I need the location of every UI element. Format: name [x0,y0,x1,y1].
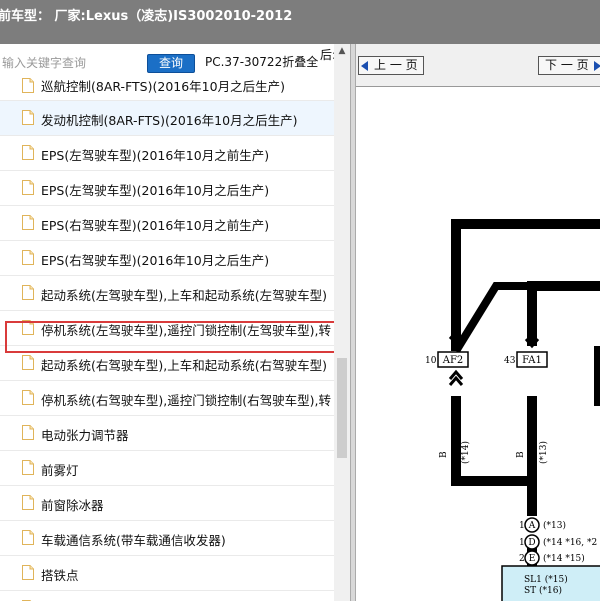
list-item[interactable]: 前窗除冰器 [0,486,334,521]
junction-a-pin: 1 [519,521,525,531]
list-item-label: 电动张力调节器 [41,428,129,443]
junction-d-note: (*14 *16, *2 [543,537,597,548]
junction-a-letter: A [528,521,536,531]
list-item[interactable]: 车载通信系统(带车载通信收发器) [0,521,334,556]
wire-color-label: B [516,451,526,458]
scrollbar[interactable]: ▲ [334,44,350,601]
wire-fa1-top [527,281,600,346]
prev-page-button[interactable]: 上 一 页 [358,56,424,75]
list-item[interactable]: EPS(右驾驶车型)(2016年10月之后生产) [0,241,334,276]
connector-af2-label: AF2 [442,355,464,366]
arrow-left-icon [361,61,368,71]
junction-e-pin: 2 [519,554,525,564]
document-tree-panel: 查询 PC.37-30722折叠全部 后: 巡航控制(8AR-FTS)(2016… [0,44,350,601]
document-code[interactable]: PC.37-30722折叠全部 [205,53,318,70]
diagram-viewer: 上 一 页 下 一 页 AF2 FA1 10 43 B (*14) B (*13… [356,44,600,601]
list-item[interactable]: 巡航控制(8AR-FTS)(2016年10月之后生产) [0,78,334,101]
list-item-label: 发动机控制(8AR-FTS)(2016年10月之后生产) [41,113,298,128]
list-item-label: EPS(右驾驶车型)(2016年10月之前生产) [41,218,270,233]
junction-e-letter: E [529,554,536,564]
wire-note-label: (*13) [538,441,549,464]
page-navigation: 上 一 页 下 一 页 [356,44,600,87]
document-icon [22,390,34,405]
list-item-label: EPS(右驾驶车型)(2016年10月之后生产) [41,253,270,268]
document-icon [22,180,34,195]
connector-fa1-label: FA1 [522,355,542,366]
list-item-label: EPS(左驾驶车型)(2016年10月之后生产) [41,183,270,198]
next-page-button[interactable]: 下 一 页 [538,56,600,75]
arrow-right-icon [594,61,600,71]
list-item[interactable]: 搭铁点 [0,556,334,591]
document-icon [22,530,34,545]
search-bar: 查询 PC.37-30722折叠全部 后: [0,44,350,78]
list-item-label: 前窗除冰器 [41,498,104,513]
list-item[interactable]: 起动系统(左驾驶车型),上车和起动系统(左驾驶车型) [0,276,334,311]
document-icon [22,285,34,300]
document-icon [22,495,34,510]
list-item[interactable]: 前照灯光束高度控制(2016年10月之前生产) [0,591,334,601]
connector-fa1-pin: 43 [504,356,516,366]
document-icon [22,78,34,93]
selected-item-outline [5,321,346,353]
list-item-label: 前雾灯 [41,463,79,478]
document-icon [22,110,34,125]
list-item-label: 停机系统(右驾驶车型),遥控门锁控制(右驾驶车型),转 [41,393,331,408]
component-terminal-label: ST (*16) [524,585,562,596]
component-terminal-label: SL1 (*15) [524,574,568,585]
wiring-diagram: AF2 FA1 10 43 B (*14) B (*13) A 1 (*13) … [425,219,600,601]
document-icon [22,425,34,440]
next-page-label: 下 一 页 [545,58,589,72]
document-icon [22,215,34,230]
list-item[interactable]: EPS(左驾驶车型)(2016年10月之后生产) [0,171,334,206]
list-item-label: EPS(左驾驶车型)(2016年10月之前生产) [41,148,270,163]
list-item[interactable]: 电动张力调节器 [0,416,334,451]
vehicle-title: 前车型： 厂家:Lexus（凌志)IS3002010-2012 [0,9,293,24]
junction-d-pin: 1 [519,538,525,548]
list-item-label: 搭铁点 [41,568,79,583]
document-icon [22,145,34,160]
junction-e-note: (*14 *15) [543,553,585,564]
wire-note-label: (*14) [460,441,471,464]
list-item-label: 起动系统(右驾驶车型),上车和起动系统(右驾驶车型) [41,358,327,373]
document-icon [22,460,34,475]
wire-color-label: B [439,451,449,458]
list-item[interactable]: EPS(右驾驶车型)(2016年10月之前生产) [0,206,334,241]
junction-d-letter: D [528,538,535,548]
document-icon [22,250,34,265]
list-item-label: 起动系统(左驾驶车型),上车和起动系统(左驾驶车型) [41,288,327,303]
document-icon [22,355,34,370]
list-item-label: 车载通信系统(带车载通信收发器) [41,533,226,548]
scroll-up-arrow-icon[interactable]: ▲ [334,46,350,58]
junction-a-note: (*13) [543,520,566,531]
list-item[interactable]: 停机系统(右驾驶车型),遥控门锁控制(右驾驶车型),转 [0,381,334,416]
list-item-label: 巡航控制(8AR-FTS)(2016年10月之后生产) [41,79,285,94]
scroll-thumb[interactable] [337,358,347,458]
prev-page-label: 上 一 页 [374,58,418,72]
list-item[interactable]: EPS(左驾驶车型)(2016年10月之前生产) [0,136,334,171]
document-icon [22,565,34,580]
list-item[interactable]: 发动机控制(8AR-FTS)(2016年10月之后生产) [0,101,334,136]
search-input[interactable] [0,54,144,72]
connector-af2-pin: 10 [425,356,437,366]
search-button[interactable]: 查询 [147,54,195,73]
wire-cross [452,282,532,354]
list-item[interactable]: 前雾灯 [0,451,334,486]
title-bar: 前车型： 厂家:Lexus（凌志)IS3002010-2012 [0,0,600,44]
